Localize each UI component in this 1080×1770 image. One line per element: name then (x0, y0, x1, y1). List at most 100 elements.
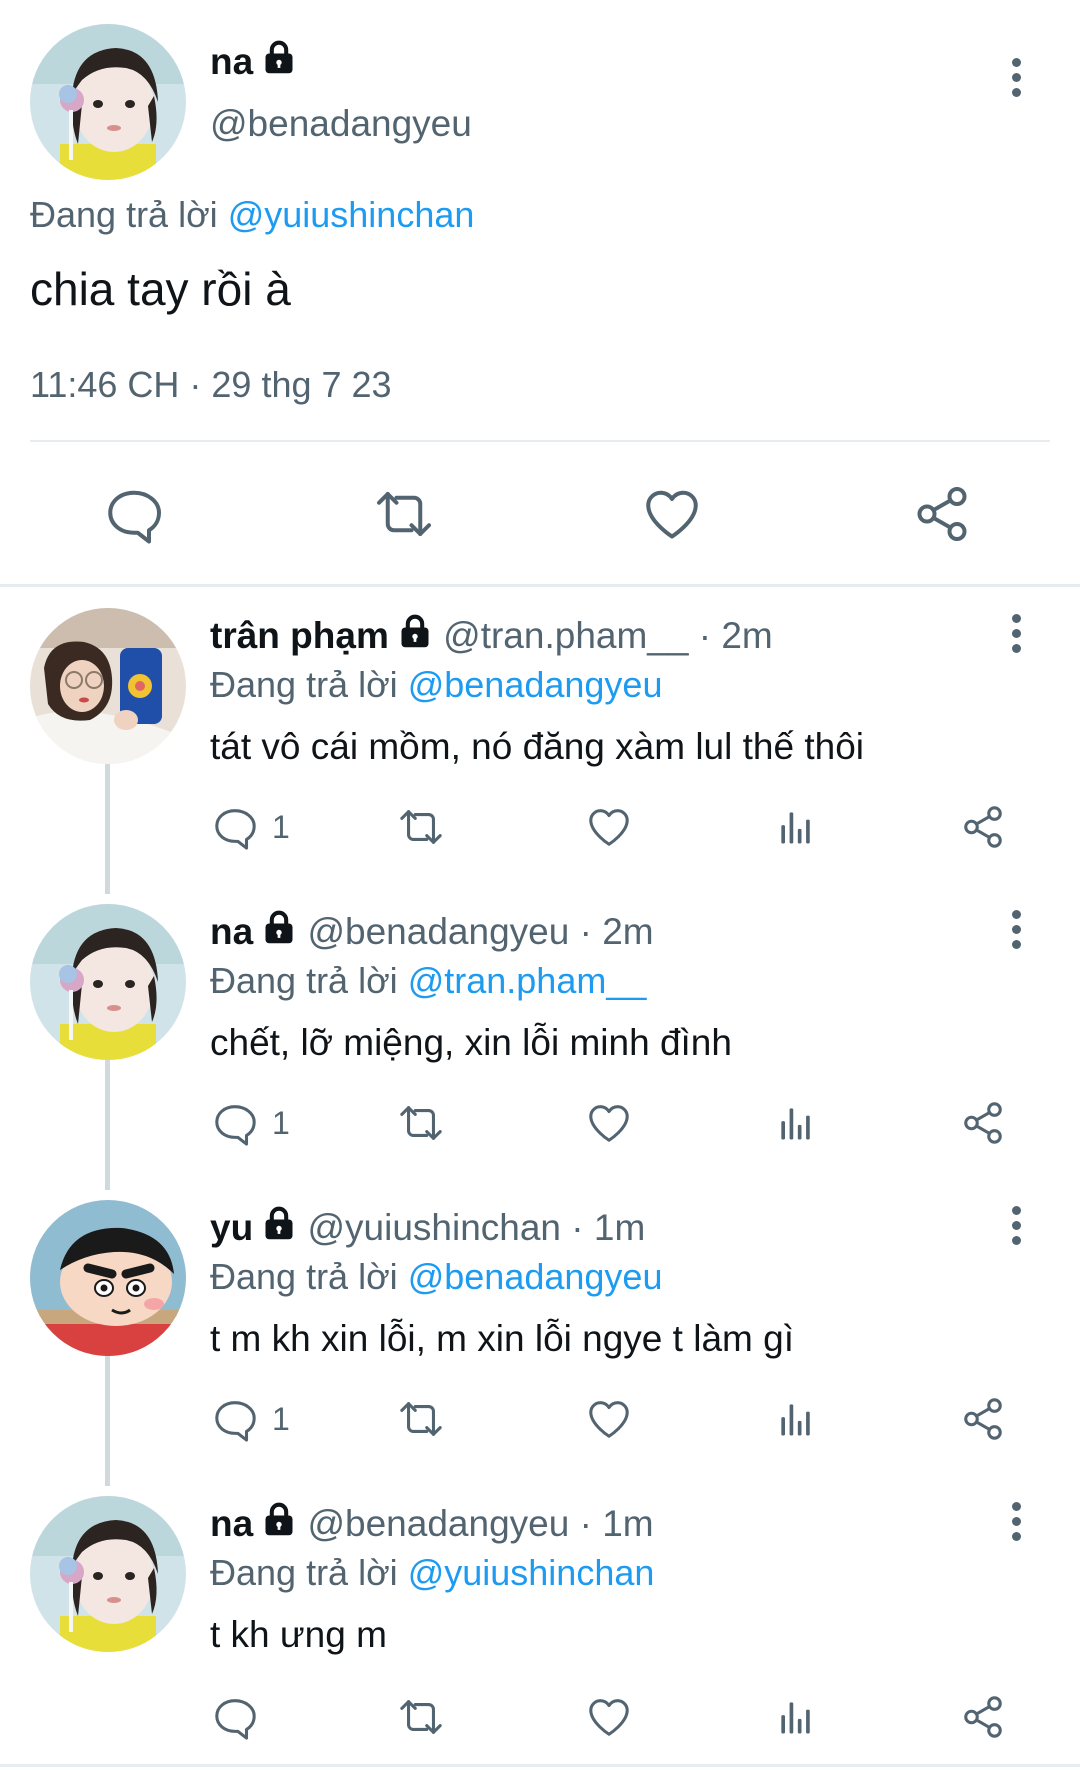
replying-prefix: Đang trả lời (210, 664, 398, 705)
speech-bubble-icon (212, 1100, 258, 1146)
speech-bubble-icon (104, 484, 164, 544)
share-icon (912, 484, 972, 544)
more-vertical-icon[interactable] (1009, 910, 1023, 949)
like-button[interactable] (586, 1100, 632, 1146)
like-button[interactable] (586, 804, 632, 850)
replying-prefix: Đang trả lời (210, 1256, 398, 1297)
share-button[interactable] (960, 1694, 1006, 1740)
retweet-icon (396, 804, 446, 850)
replying-to-line: Đang trả lời @yuiushinchan (210, 1552, 654, 1594)
bottom-divider (0, 1764, 1080, 1767)
like-button[interactable] (642, 484, 702, 544)
reply-author-name[interactable]: trân phạm (210, 615, 389, 656)
share-button[interactable] (912, 484, 972, 544)
author-handle[interactable]: @benadangyeu (210, 103, 472, 145)
retweet-button[interactable] (396, 1396, 446, 1442)
reply-avatar[interactable] (30, 1200, 186, 1356)
share-button[interactable] (960, 1396, 1006, 1442)
reply-button[interactable] (212, 1694, 272, 1740)
tweet-timestamp[interactable]: 11:46 CH · 29 thg 7 23 (30, 364, 392, 406)
retweet-button[interactable] (396, 804, 446, 850)
reply-header: trân phạm @tran.pham__ · 2m (210, 614, 773, 657)
reply-time: · 2m (579, 911, 654, 952)
bar-chart-icon (774, 1396, 818, 1442)
reply-count: 1 (272, 808, 290, 845)
bar-chart-icon (774, 1100, 818, 1146)
reply-count: 1 (272, 1400, 290, 1437)
reply-count: 1 (272, 1104, 290, 1141)
reply-author-name[interactable]: na (210, 1503, 253, 1544)
tweet-text: chia tay rồi à (30, 263, 291, 315)
replying-to-mention[interactable]: @yuiushinchan (408, 1552, 655, 1593)
thread-connector (105, 1060, 110, 1190)
reply-avatar[interactable] (30, 608, 186, 764)
reply-author-handle[interactable]: @yuiushinchan (307, 1207, 561, 1248)
replying-to-mention[interactable]: @yuiushinchan (228, 194, 475, 235)
views-button[interactable] (774, 1100, 818, 1146)
reply-text: chết, lỡ miệng, xin lỗi minh đình (210, 1022, 732, 1063)
reply-author-name[interactable]: yu (210, 1207, 253, 1248)
heart-icon (586, 1694, 632, 1740)
author-avatar[interactable] (30, 24, 186, 180)
divider (30, 440, 1050, 442)
reply-author-handle[interactable]: @tran.pham__ (443, 615, 688, 656)
author-name[interactable]: na (210, 41, 253, 82)
reply-avatar[interactable] (30, 904, 186, 1060)
replying-to-mention[interactable]: @benadangyeu (408, 664, 663, 705)
lock-icon (261, 910, 297, 946)
replying-to-line: Đang trả lời @benadangyeu (210, 664, 662, 706)
retweet-button[interactable] (396, 1100, 446, 1146)
replying-prefix: Đang trả lời (210, 1552, 398, 1593)
lock-icon (397, 614, 433, 650)
lock-icon (261, 1502, 297, 1538)
reply-button[interactable] (104, 484, 164, 544)
speech-bubble-icon (212, 1396, 258, 1442)
replying-to-mention[interactable]: @benadangyeu (408, 1256, 663, 1297)
share-button[interactable] (960, 1100, 1006, 1146)
reply-text: t m kh xin lỗi, m xin lỗi ngye t làm gì (210, 1318, 794, 1359)
share-icon (960, 1694, 1006, 1740)
section-divider (0, 584, 1080, 587)
heart-icon (642, 484, 702, 544)
share-icon (960, 804, 1006, 850)
replying-to-line: Đang trả lời @tran.pham__ (210, 960, 646, 1002)
more-vertical-icon[interactable] (1009, 1206, 1023, 1245)
retweet-icon (396, 1694, 446, 1740)
reply-author-handle[interactable]: @benadangyeu (307, 911, 569, 952)
author-name-row[interactable]: na (210, 40, 297, 83)
reply-time: · 1m (579, 1503, 654, 1544)
reply-button[interactable]: 1 (212, 804, 290, 850)
more-vertical-icon[interactable] (1009, 614, 1023, 653)
reply-avatar[interactable] (30, 1496, 186, 1652)
more-vertical-icon[interactable] (1009, 58, 1023, 97)
speech-bubble-icon (212, 804, 258, 850)
reply-button[interactable]: 1 (212, 1396, 290, 1442)
reply-text: t kh ưng m (210, 1614, 387, 1655)
share-icon (960, 1100, 1006, 1146)
reply-time: · 1m (571, 1207, 646, 1248)
thread-connector (105, 1356, 110, 1486)
bar-chart-icon (774, 804, 818, 850)
more-vertical-icon[interactable] (1009, 1502, 1023, 1541)
replying-to-mention[interactable]: @tran.pham__ (408, 960, 647, 1001)
views-button[interactable] (774, 1396, 818, 1442)
reply-author-handle[interactable]: @benadangyeu (307, 1503, 569, 1544)
like-button[interactable] (586, 1396, 632, 1442)
lock-icon (261, 40, 297, 76)
views-button[interactable] (774, 804, 818, 850)
retweet-button[interactable] (396, 1694, 446, 1740)
heart-icon (586, 804, 632, 850)
reply-author-name[interactable]: na (210, 911, 253, 952)
share-button[interactable] (960, 804, 1006, 850)
heart-icon (586, 1100, 632, 1146)
retweet-icon (396, 1396, 446, 1442)
reply-header: na @benadangyeu · 2m (210, 910, 654, 953)
retweet-icon (372, 484, 436, 544)
speech-bubble-icon (212, 1694, 258, 1740)
views-button[interactable] (774, 1694, 818, 1740)
like-button[interactable] (586, 1694, 632, 1740)
heart-icon (586, 1396, 632, 1442)
reply-header: yu @yuiushinchan · 1m (210, 1206, 645, 1249)
retweet-button[interactable] (372, 484, 436, 544)
reply-button[interactable]: 1 (212, 1100, 290, 1146)
